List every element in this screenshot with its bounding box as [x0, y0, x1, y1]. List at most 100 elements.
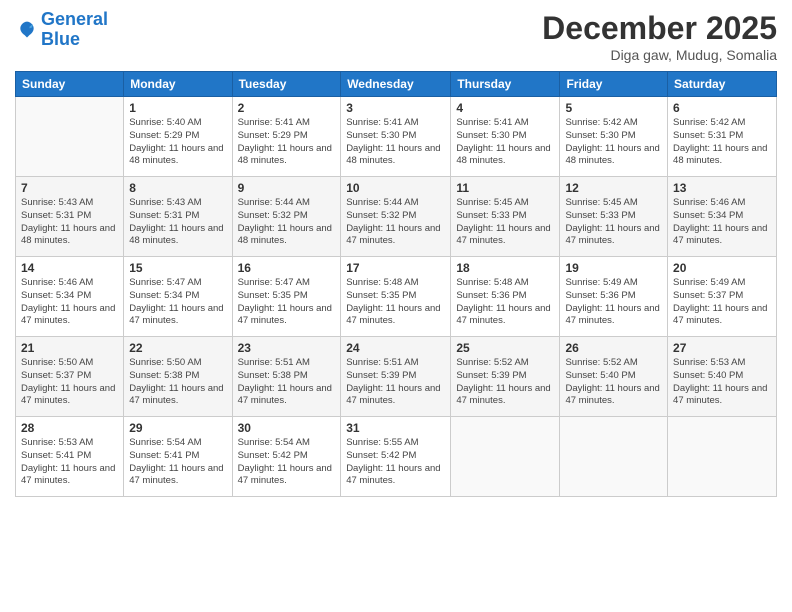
day-cell	[451, 417, 560, 497]
day-cell: 28 Sunrise: 5:53 AM Sunset: 5:41 PM Dayli…	[16, 417, 124, 497]
day-cell: 4 Sunrise: 5:41 AM Sunset: 5:30 PM Daylig…	[451, 97, 560, 177]
day-info: Sunrise: 5:51 AM Sunset: 5:38 PM Dayligh…	[238, 357, 336, 408]
day-info: Sunrise: 5:41 AM Sunset: 5:30 PM Dayligh…	[456, 117, 554, 168]
header-day-saturday: Saturday	[668, 72, 777, 97]
logo: General Blue	[15, 10, 108, 50]
day-number: 24	[346, 341, 445, 355]
day-number: 3	[346, 101, 445, 115]
day-number: 9	[238, 181, 336, 195]
day-info: Sunrise: 5:50 AM Sunset: 5:38 PM Dayligh…	[129, 357, 226, 408]
day-info: Sunrise: 5:43 AM Sunset: 5:31 PM Dayligh…	[129, 197, 226, 248]
header-row: SundayMondayTuesdayWednesdayThursdayFrid…	[16, 72, 777, 97]
day-cell: 11 Sunrise: 5:45 AM Sunset: 5:33 PM Dayli…	[451, 177, 560, 257]
day-number: 12	[565, 181, 662, 195]
week-row-4: 21 Sunrise: 5:50 AM Sunset: 5:37 PM Dayli…	[16, 337, 777, 417]
week-row-1: 1Sunrise: 5:40 AM Sunset: 5:29 PM Daylig…	[16, 97, 777, 177]
day-cell: 15 Sunrise: 5:47 AM Sunset: 5:34 PM Dayli…	[124, 257, 232, 337]
day-cell: 22 Sunrise: 5:50 AM Sunset: 5:38 PM Dayli…	[124, 337, 232, 417]
day-cell: 29 Sunrise: 5:54 AM Sunset: 5:41 PM Dayli…	[124, 417, 232, 497]
day-cell: 18 Sunrise: 5:48 AM Sunset: 5:36 PM Dayli…	[451, 257, 560, 337]
day-number: 29	[129, 421, 226, 435]
day-info: Sunrise: 5:49 AM Sunset: 5:37 PM Dayligh…	[673, 277, 771, 328]
day-cell: 13 Sunrise: 5:46 AM Sunset: 5:34 PM Dayli…	[668, 177, 777, 257]
title-block: December 2025 Diga gaw, Mudug, Somalia	[542, 10, 777, 63]
day-number: 20	[673, 261, 771, 275]
day-cell: 21 Sunrise: 5:50 AM Sunset: 5:37 PM Dayli…	[16, 337, 124, 417]
day-number: 18	[456, 261, 554, 275]
calendar-subtitle: Diga gaw, Mudug, Somalia	[542, 47, 777, 63]
day-number: 4	[456, 101, 554, 115]
day-cell: 12 Sunrise: 5:45 AM Sunset: 5:33 PM Dayli…	[560, 177, 668, 257]
day-info: Sunrise: 5:52 AM Sunset: 5:40 PM Dayligh…	[565, 357, 662, 408]
header: General Blue December 2025 Diga gaw, Mud…	[15, 10, 777, 63]
day-number: 15	[129, 261, 226, 275]
day-number: 17	[346, 261, 445, 275]
day-cell: 8 Sunrise: 5:43 AM Sunset: 5:31 PM Daylig…	[124, 177, 232, 257]
day-info: Sunrise: 5:54 AM Sunset: 5:41 PM Dayligh…	[129, 437, 226, 488]
day-number: 23	[238, 341, 336, 355]
day-info: Sunrise: 5:48 AM Sunset: 5:36 PM Dayligh…	[456, 277, 554, 328]
day-info: Sunrise: 5:48 AM Sunset: 5:35 PM Dayligh…	[346, 277, 445, 328]
day-number: 27	[673, 341, 771, 355]
day-info: Sunrise: 5:55 AM Sunset: 5:42 PM Dayligh…	[346, 437, 445, 488]
day-cell: 14Sunrise: 5:46 AM Sunset: 5:34 PM Dayli…	[16, 257, 124, 337]
week-row-3: 14Sunrise: 5:46 AM Sunset: 5:34 PM Dayli…	[16, 257, 777, 337]
day-number: 30	[238, 421, 336, 435]
day-info: Sunrise: 5:41 AM Sunset: 5:30 PM Dayligh…	[346, 117, 445, 168]
day-number: 13	[673, 181, 771, 195]
day-info: Sunrise: 5:45 AM Sunset: 5:33 PM Dayligh…	[456, 197, 554, 248]
day-number: 11	[456, 181, 554, 195]
day-info: Sunrise: 5:41 AM Sunset: 5:29 PM Dayligh…	[238, 117, 336, 168]
day-number: 28	[21, 421, 118, 435]
day-cell: 20 Sunrise: 5:49 AM Sunset: 5:37 PM Dayli…	[668, 257, 777, 337]
day-cell: 10Sunrise: 5:44 AM Sunset: 5:32 PM Dayli…	[341, 177, 451, 257]
day-info: Sunrise: 5:52 AM Sunset: 5:39 PM Dayligh…	[456, 357, 554, 408]
day-cell: 25 Sunrise: 5:52 AM Sunset: 5:39 PM Dayli…	[451, 337, 560, 417]
day-info: Sunrise: 5:53 AM Sunset: 5:40 PM Dayligh…	[673, 357, 771, 408]
day-cell: 31 Sunrise: 5:55 AM Sunset: 5:42 PM Dayli…	[341, 417, 451, 497]
day-number: 14	[21, 261, 118, 275]
day-info: Sunrise: 5:47 AM Sunset: 5:34 PM Dayligh…	[129, 277, 226, 328]
week-row-5: 28 Sunrise: 5:53 AM Sunset: 5:41 PM Dayli…	[16, 417, 777, 497]
day-cell: 5 Sunrise: 5:42 AM Sunset: 5:30 PM Daylig…	[560, 97, 668, 177]
day-info: Sunrise: 5:42 AM Sunset: 5:31 PM Dayligh…	[673, 117, 771, 168]
day-info: Sunrise: 5:50 AM Sunset: 5:37 PM Dayligh…	[21, 357, 118, 408]
week-row-2: 7 Sunrise: 5:43 AM Sunset: 5:31 PM Daylig…	[16, 177, 777, 257]
day-info: Sunrise: 5:44 AM Sunset: 5:32 PM Dayligh…	[238, 197, 336, 248]
day-cell	[16, 97, 124, 177]
day-cell: 3 Sunrise: 5:41 AM Sunset: 5:30 PM Daylig…	[341, 97, 451, 177]
day-cell: 24Sunrise: 5:51 AM Sunset: 5:39 PM Dayli…	[341, 337, 451, 417]
day-number: 6	[673, 101, 771, 115]
day-cell: 1Sunrise: 5:40 AM Sunset: 5:29 PM Daylig…	[124, 97, 232, 177]
day-cell: 2Sunrise: 5:41 AM Sunset: 5:29 PM Daylig…	[232, 97, 341, 177]
calendar-page: General Blue December 2025 Diga gaw, Mud…	[0, 0, 792, 612]
day-cell: 30Sunrise: 5:54 AM Sunset: 5:42 PM Dayli…	[232, 417, 341, 497]
day-info: Sunrise: 5:46 AM Sunset: 5:34 PM Dayligh…	[673, 197, 771, 248]
day-number: 31	[346, 421, 445, 435]
day-number: 8	[129, 181, 226, 195]
day-cell: 9 Sunrise: 5:44 AM Sunset: 5:32 PM Daylig…	[232, 177, 341, 257]
day-number: 21	[21, 341, 118, 355]
day-cell	[560, 417, 668, 497]
day-number: 25	[456, 341, 554, 355]
day-cell: 6 Sunrise: 5:42 AM Sunset: 5:31 PM Daylig…	[668, 97, 777, 177]
day-cell: 23 Sunrise: 5:51 AM Sunset: 5:38 PM Dayli…	[232, 337, 341, 417]
header-day-wednesday: Wednesday	[341, 72, 451, 97]
day-cell: 26 Sunrise: 5:52 AM Sunset: 5:40 PM Dayli…	[560, 337, 668, 417]
day-info: Sunrise: 5:42 AM Sunset: 5:30 PM Dayligh…	[565, 117, 662, 168]
day-number: 22	[129, 341, 226, 355]
day-cell: 7Sunrise: 5:43 AM Sunset: 5:31 PM Daylig…	[16, 177, 124, 257]
calendar-title: December 2025	[542, 10, 777, 47]
day-number: 5	[565, 101, 662, 115]
day-number: 26	[565, 341, 662, 355]
calendar-table: SundayMondayTuesdayWednesdayThursdayFrid…	[15, 71, 777, 497]
day-number: 7	[21, 181, 118, 195]
day-info: Sunrise: 5:44 AM Sunset: 5:32 PM Dayligh…	[346, 197, 445, 248]
day-number: 19	[565, 261, 662, 275]
day-info: Sunrise: 5:45 AM Sunset: 5:33 PM Dayligh…	[565, 197, 662, 248]
day-cell: 27 Sunrise: 5:53 AM Sunset: 5:40 PM Dayli…	[668, 337, 777, 417]
day-cell: 17 Sunrise: 5:48 AM Sunset: 5:35 PM Dayli…	[341, 257, 451, 337]
day-info: Sunrise: 5:53 AM Sunset: 5:41 PM Dayligh…	[21, 437, 118, 488]
day-cell: 16Sunrise: 5:47 AM Sunset: 5:35 PM Dayli…	[232, 257, 341, 337]
day-number: 16	[238, 261, 336, 275]
